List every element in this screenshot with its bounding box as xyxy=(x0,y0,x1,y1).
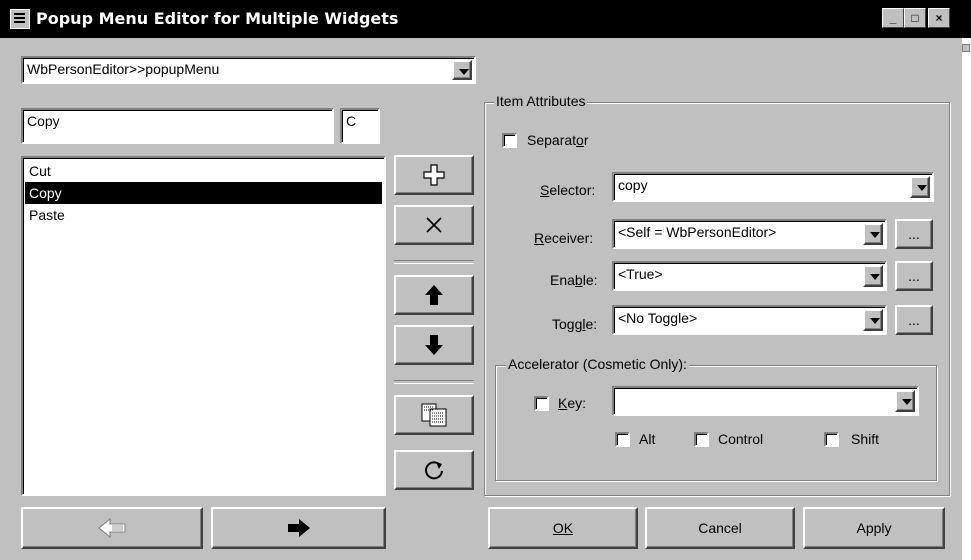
chevron-down-icon[interactable] xyxy=(863,309,883,331)
submenu-icon xyxy=(421,403,447,427)
separator-checkbox[interactable] xyxy=(502,133,517,148)
alt-checkbox[interactable] xyxy=(615,432,630,447)
apply-label: Apply xyxy=(856,520,892,536)
app-icon[interactable] xyxy=(10,9,30,29)
ok-button[interactable]: OK xyxy=(488,507,638,549)
item-name-value: Copy xyxy=(27,113,60,129)
submenu-button[interactable] xyxy=(394,395,474,435)
ok-label: OK xyxy=(552,520,574,536)
shift-checkbox[interactable] xyxy=(824,432,839,447)
toggle-dropdown[interactable]: <No Toggle> xyxy=(612,305,887,335)
mnemonic-value: C xyxy=(346,113,357,129)
shift-label: Shift xyxy=(851,431,880,447)
cancel-label: Cancel xyxy=(698,520,742,536)
separator-label: Separator xyxy=(527,132,589,148)
toggle-value: <No Toggle> xyxy=(618,310,698,326)
move-up-button[interactable] xyxy=(394,275,474,315)
control-label: Control xyxy=(718,431,764,447)
receiver-dropdown[interactable]: <Self = WbPersonEditor> xyxy=(612,219,887,249)
title-bar[interactable]: Popup Menu Editor for Multiple Widgets _… xyxy=(0,0,962,38)
menu-item-list[interactable]: Cut Copy Paste xyxy=(21,156,386,496)
add-item-button[interactable] xyxy=(394,155,474,195)
chevron-down-icon[interactable] xyxy=(895,390,915,412)
enable-browse-button[interactable]: ... xyxy=(895,261,933,291)
resize-grip[interactable] xyxy=(962,44,970,52)
popup-menu-editor-window: Popup Menu Editor for Multiple Widgets _… xyxy=(0,0,962,560)
enable-label: Enable: xyxy=(550,272,598,288)
accelerator-group xyxy=(495,365,937,481)
arrow-down-icon xyxy=(425,335,443,355)
list-item[interactable]: Paste xyxy=(25,204,382,226)
arrow-left-icon xyxy=(98,518,126,538)
back-button[interactable] xyxy=(21,507,203,549)
key-label: Key: xyxy=(558,395,587,411)
move-down-button[interactable] xyxy=(394,325,474,365)
arrow-up-icon xyxy=(425,285,443,305)
apply-button[interactable]: Apply xyxy=(803,507,945,549)
toggle-label: Toggle: xyxy=(552,316,598,332)
item-attributes-label: Item Attributes xyxy=(494,93,588,109)
refresh-button[interactable] xyxy=(394,450,474,490)
divider xyxy=(394,380,474,384)
accelerator-label: Accelerator (Cosmetic Only): xyxy=(506,356,689,372)
list-item[interactable]: Cut xyxy=(25,160,382,182)
chevron-down-icon[interactable] xyxy=(452,60,472,80)
receiver-browse-button[interactable]: ... xyxy=(895,219,933,249)
key-checkbox[interactable] xyxy=(534,396,549,411)
enable-dropdown[interactable]: <True> xyxy=(612,261,887,291)
refresh-icon xyxy=(425,461,443,480)
chevron-down-icon[interactable] xyxy=(910,176,930,198)
forward-button[interactable] xyxy=(211,507,386,549)
close-button[interactable]: × xyxy=(928,8,950,28)
alt-label: Alt xyxy=(639,431,656,447)
maximize-button[interactable]: □ xyxy=(904,8,926,28)
plus-icon xyxy=(423,164,445,186)
enable-value: <True> xyxy=(618,266,663,282)
key-dropdown[interactable] xyxy=(612,386,919,416)
menu-selector-value: WbPersonEditor>>popupMenu xyxy=(27,61,220,77)
chevron-down-icon[interactable] xyxy=(863,265,883,287)
minimize-button[interactable]: _ xyxy=(882,8,904,28)
arrow-right-icon xyxy=(287,519,310,537)
item-name-field[interactable]: Copy xyxy=(21,108,334,144)
mnemonic-field[interactable]: C xyxy=(340,108,380,144)
delete-item-button[interactable] xyxy=(394,205,474,245)
window-edge xyxy=(962,38,971,560)
receiver-label: Receiver: xyxy=(534,230,594,246)
selector-label: Selector: xyxy=(540,182,596,198)
chevron-down-icon[interactable] xyxy=(863,223,883,245)
cancel-button[interactable]: Cancel xyxy=(645,507,795,549)
menu-selector-dropdown[interactable]: WbPersonEditor>>popupMenu xyxy=(21,56,476,84)
receiver-value: <Self = WbPersonEditor> xyxy=(618,224,777,240)
toggle-browse-button[interactable]: ... xyxy=(895,305,933,335)
selector-value: copy xyxy=(618,177,648,193)
selector-dropdown[interactable]: copy xyxy=(612,172,934,202)
window-title: Popup Menu Editor for Multiple Widgets xyxy=(36,9,399,28)
divider xyxy=(394,260,474,264)
control-checkbox[interactable] xyxy=(694,432,709,447)
list-item[interactable]: Copy xyxy=(25,182,382,204)
x-icon xyxy=(426,217,442,233)
